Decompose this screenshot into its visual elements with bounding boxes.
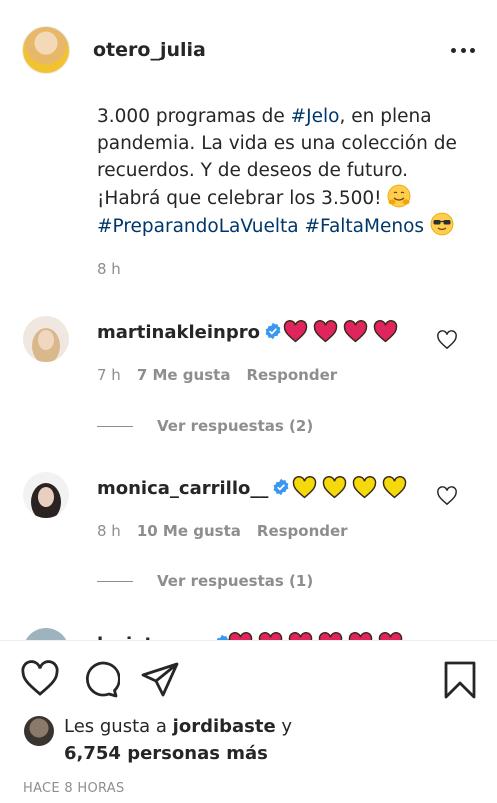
hashtag-faltamenos[interactable]: #FaltaMenos — [305, 216, 425, 237]
caption-text-3: recuerdos. Y de deseos de futuro. — [97, 160, 409, 181]
caption-text-4: ¡Habrá que celebrar los 3.500! — [97, 188, 388, 209]
heart-emoji-icon — [283, 320, 308, 343]
post-caption: 3.000 programas de #Jelo, en plena pande… — [97, 103, 477, 240]
heart-icon[interactable] — [436, 486, 458, 506]
hashtag-jelo[interactable]: #Jelo — [291, 106, 340, 127]
post-timestamp: HACE 8 HORAS — [23, 781, 125, 796]
caption-text-2: pandemia. La vida es una colección de — [97, 133, 457, 154]
comment-meta: 8 h 10 Me gusta Responder — [97, 522, 348, 540]
commenter-username[interactable]: martinakleinpro — [97, 322, 282, 343]
view-replies-button[interactable]: Ver respuestas (2) — [97, 417, 313, 435]
commenter-username-text[interactable]: monica_carrillo__ — [97, 478, 268, 499]
comment-likes[interactable]: 10 Me gusta — [137, 522, 241, 540]
author-username[interactable]: otero_julia — [93, 39, 206, 61]
action-bar — [0, 660, 497, 704]
caption-text-1b: , en plena — [339, 106, 432, 127]
commenter-username-text[interactable]: martinakleinpro — [97, 322, 260, 343]
heart-emoji-icon — [352, 476, 377, 499]
more-options-icon[interactable] — [451, 40, 475, 60]
commenter-avatar[interactable] — [23, 472, 69, 518]
hugging-face-emoji-icon — [388, 184, 411, 208]
heart-emoji-group — [283, 320, 398, 343]
commenter-avatar[interactable] — [23, 628, 69, 640]
section-divider — [0, 640, 497, 641]
verified-icon — [273, 478, 289, 496]
verified-icon — [265, 322, 281, 340]
caption-text-1: 3.000 programas de — [97, 106, 291, 127]
liker-avatar[interactable] — [24, 716, 54, 746]
author-avatar[interactable] — [22, 26, 70, 74]
heart-emoji-icon — [313, 320, 338, 343]
comments-list[interactable]: 3.000 programas de #Jelo, en plena pande… — [0, 100, 497, 640]
hashtag-preparandolavuelta[interactable]: #PreparandoLaVuelta — [97, 216, 299, 237]
heart-emoji-icon — [343, 320, 368, 343]
heart-emoji-icon — [322, 476, 347, 499]
likes-count[interactable]: 6,754 personas más — [64, 743, 268, 764]
reply-button[interactable]: Responder — [257, 522, 348, 540]
commenter-avatar[interactable] — [23, 316, 69, 362]
post-header: otero_julia — [0, 0, 497, 100]
sunglasses-face-emoji-icon — [430, 212, 454, 236]
heart-emoji-group — [292, 476, 407, 499]
heart-icon[interactable] — [436, 330, 458, 350]
caption-time: 8 h — [97, 260, 121, 278]
heart-emoji-icon — [373, 320, 398, 343]
comment-likes[interactable]: 7 Me gusta — [137, 366, 231, 384]
liker-username[interactable]: jordibaste — [173, 716, 276, 737]
heart-emoji-icon — [292, 476, 317, 499]
comment-meta: 7 h 7 Me gusta Responder — [97, 366, 337, 384]
heart-emoji-icon — [382, 476, 407, 499]
replies-divider — [97, 425, 133, 427]
heart-emoji-icon — [288, 632, 313, 640]
view-replies-label[interactable]: Ver respuestas (2) — [157, 417, 313, 435]
heart-emoji-group — [228, 632, 403, 640]
likes-prefix: Les gusta a — [64, 716, 173, 737]
commenter-username[interactable]: monica_carrillo__ — [97, 478, 290, 499]
replies-divider — [97, 580, 133, 582]
view-replies-label[interactable]: Ver respuestas (1) — [157, 572, 313, 590]
heart-icon[interactable] — [20, 660, 60, 698]
bookmark-icon[interactable] — [440, 660, 480, 700]
heart-emoji-icon — [258, 632, 283, 640]
share-icon[interactable] — [140, 660, 180, 700]
reply-button[interactable]: Responder — [246, 366, 337, 384]
heart-emoji-icon — [318, 632, 343, 640]
comment-time: 8 h — [97, 522, 121, 540]
likes-suffix: y — [275, 716, 293, 737]
heart-emoji-icon — [378, 632, 403, 640]
likes-line: Les gusta a jordibaste y — [64, 716, 292, 737]
comment-icon[interactable] — [80, 660, 120, 700]
heart-emoji-icon — [348, 632, 373, 640]
view-replies-button[interactable]: Ver respuestas (1) — [97, 572, 313, 590]
comment-time: 7 h — [97, 366, 121, 384]
heart-emoji-icon — [228, 632, 253, 640]
